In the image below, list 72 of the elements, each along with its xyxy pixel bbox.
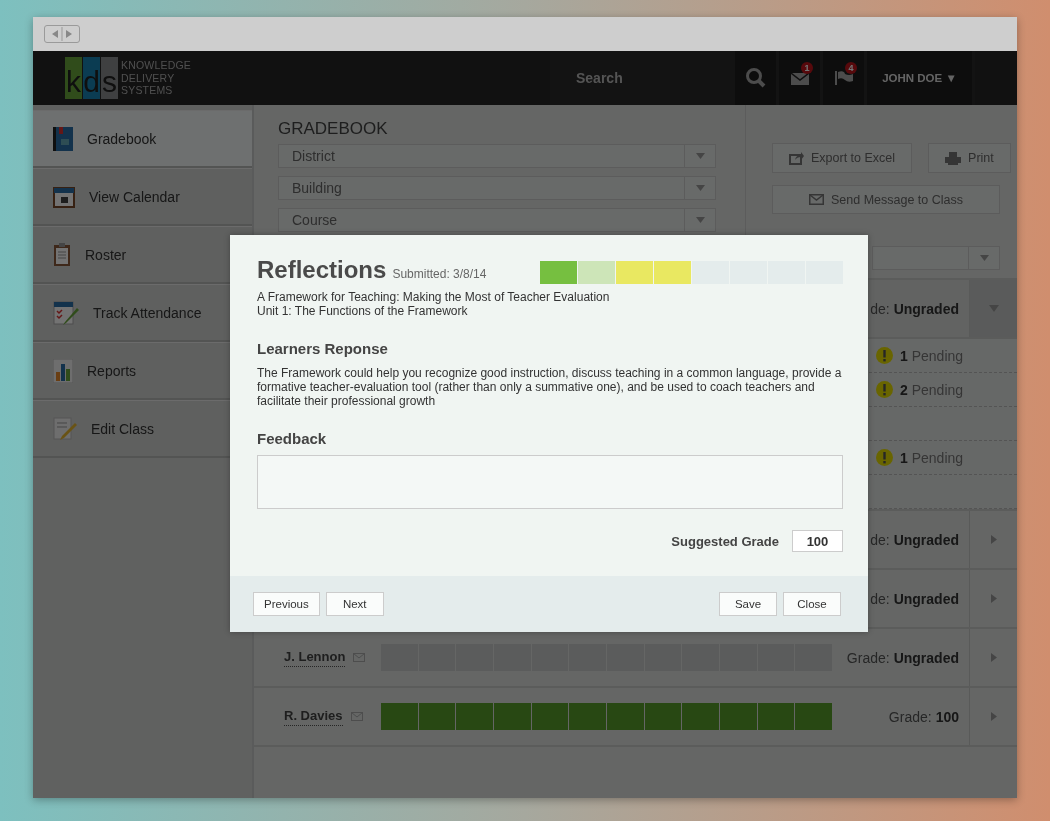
student-name-link[interactable]: R. Davies	[284, 707, 343, 726]
grade-text: Grade: 100	[887, 707, 960, 727]
messages-button[interactable]: 1	[776, 51, 820, 105]
dropdown-field[interactable]: Building	[278, 176, 716, 200]
dialog-button[interactable]: Previous	[253, 592, 320, 616]
dropdown-field[interactable]	[872, 246, 1000, 270]
submitted-date: Submitted: 3/8/14	[392, 266, 487, 281]
flags-button[interactable]: 4	[820, 51, 864, 105]
caret-icon	[695, 217, 705, 223]
print-button[interactable]: Print	[928, 143, 1011, 173]
logo-tagline: DELIVERY	[121, 71, 176, 85]
user-menu[interactable]: JOHN DOE ▼	[864, 51, 972, 105]
grade-input[interactable]: 100	[792, 530, 843, 552]
printer-icon	[945, 151, 962, 165]
unit-title: Unit 1: The Functions of the Framework	[257, 304, 469, 318]
caret-right-icon	[990, 535, 997, 544]
warning-icon	[876, 347, 893, 364]
share-icon	[789, 151, 804, 165]
envelope-icon	[353, 653, 366, 662]
logo-tagline: KNOWLEDGE	[121, 59, 192, 72]
caret-right-icon	[990, 594, 997, 603]
section-heading: Learners Reponse	[257, 340, 389, 357]
export-button[interactable]: Export to Excel	[772, 143, 913, 173]
response-text: The Framework could help you recognize good instruction, discuss teaching in a common language, provide a formative teacher-evaluation tool (rather than only a summative one), and be used to coach teachers and facilitate their professional growth	[257, 366, 843, 408]
envelope-icon	[809, 194, 824, 205]
notification-badge: 4	[845, 62, 857, 74]
send-message-button[interactable]: Send Message to Class	[772, 185, 1000, 214]
note-pencil-icon	[53, 416, 77, 441]
caret-icon	[695, 185, 705, 191]
dialog-title: Reflections	[257, 255, 387, 284]
caret-icon	[695, 153, 705, 159]
suggested-grade-label: Suggested Grade	[671, 533, 779, 549]
flag-icon	[834, 71, 853, 85]
clipboard-icon	[53, 242, 71, 267]
dialog-button[interactable]: Save	[719, 592, 777, 616]
caret-right-icon	[990, 653, 997, 662]
book-icon	[53, 126, 73, 151]
logo-letter: k	[65, 57, 82, 99]
section-heading: Feedback	[257, 430, 328, 447]
calendar-icon	[53, 185, 75, 208]
feedback-field[interactable]	[257, 455, 843, 509]
envelope-icon	[350, 712, 363, 721]
page-title: GRADEBOOK	[278, 119, 389, 139]
sidebar-item[interactable]: View Calendar	[33, 168, 252, 226]
checklist-pencil-icon	[53, 299, 79, 326]
caret-icon	[979, 255, 989, 261]
student-row[interactable]: J. Lennon Grade: Ungraded	[254, 629, 1017, 688]
notification-badge: 1	[801, 62, 813, 74]
warning-icon	[876, 449, 893, 466]
student-row[interactable]: R. Davies Grade: 100	[254, 688, 1017, 747]
bar-chart-icon	[53, 358, 73, 383]
caret-right-icon	[990, 712, 997, 721]
expand-toggle[interactable]	[969, 280, 1017, 337]
dialog-button[interactable]: Next	[325, 592, 384, 616]
dropdown-field[interactable]: Course	[278, 208, 716, 232]
sidebar-item[interactable]: Gradebook	[33, 110, 252, 168]
sidebar-item[interactable]: Roster	[33, 226, 252, 284]
course-title: A Framework for Teaching: Making the Most of Teacher Evaluation	[257, 290, 611, 304]
search-icon	[744, 67, 767, 89]
grade-text: Grade: Ungraded	[845, 648, 960, 668]
grade-text: de: Ungraded	[869, 299, 960, 319]
dialog-button[interactable]: Close	[783, 592, 841, 616]
back-forward-buttons[interactable]	[44, 25, 80, 43]
warning-icon	[876, 381, 893, 398]
search-button[interactable]	[732, 51, 776, 105]
logo-tagline: SYSTEMS	[121, 84, 174, 97]
grade-text: de: Ungraded	[869, 530, 960, 550]
grade-text: de: Ungraded	[869, 589, 960, 609]
student-name-link[interactable]: J. Lennon	[284, 648, 346, 667]
logo-letter: d	[83, 57, 100, 99]
dropdown-field[interactable]: District	[278, 144, 716, 168]
envelope-icon	[790, 71, 809, 85]
